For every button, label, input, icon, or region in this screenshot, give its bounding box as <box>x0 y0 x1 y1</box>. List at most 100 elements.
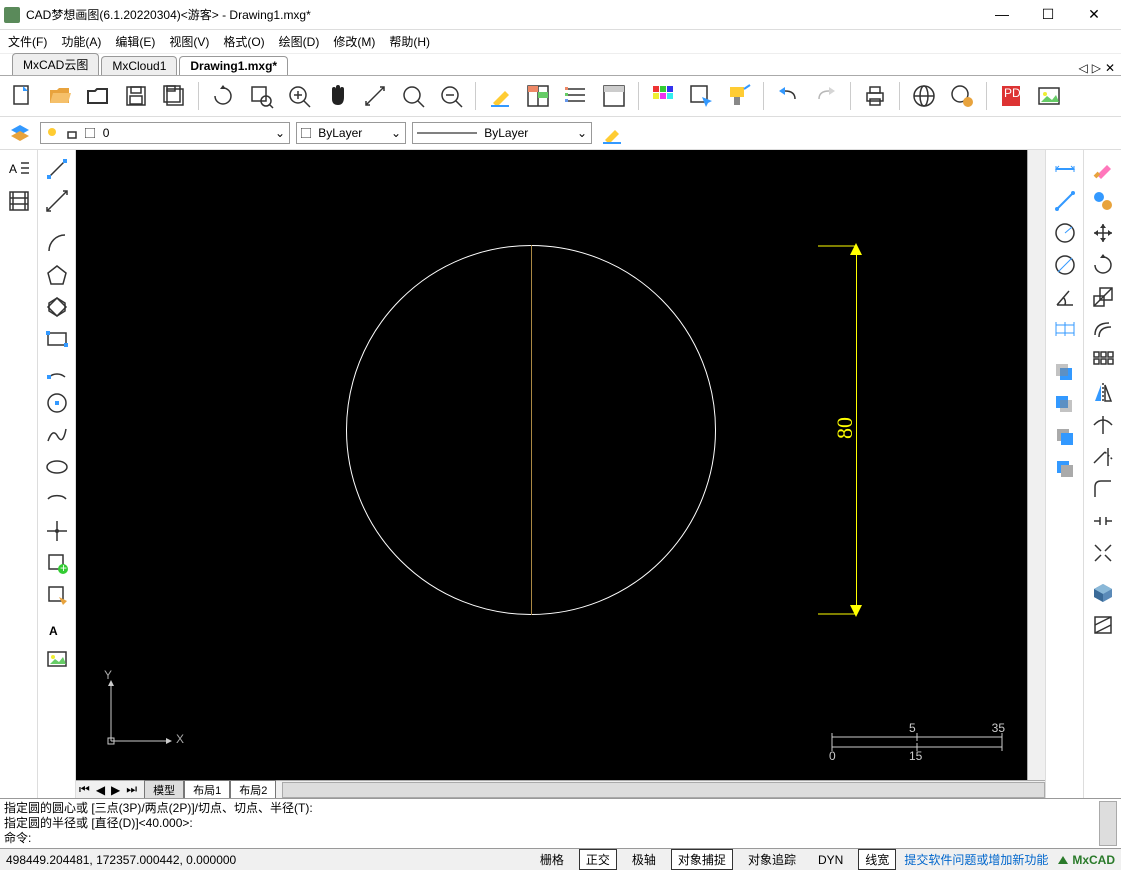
bring-front-button[interactable] <box>1050 422 1080 452</box>
pentagon-tool[interactable] <box>42 260 72 290</box>
arc-tool[interactable] <box>42 228 72 258</box>
hatch-button[interactable] <box>4 186 34 216</box>
tab-scroll-last-icon[interactable]: ⏭ <box>123 782 140 797</box>
insert-block-tool[interactable]: + <box>42 548 72 578</box>
drawing-canvas[interactable]: 80 X Y <box>76 150 1027 780</box>
array-button[interactable] <box>1088 346 1118 376</box>
properties-panel-button[interactable] <box>522 80 554 112</box>
tabnav-next-icon[interactable]: ▷ <box>1092 61 1101 75</box>
print-button[interactable] <box>859 80 891 112</box>
zoom-extents-button[interactable] <box>359 80 391 112</box>
zoom-realtime-button[interactable] <box>397 80 429 112</box>
maximize-button[interactable]: ☐ <box>1025 0 1071 30</box>
layers-button[interactable] <box>6 121 34 145</box>
doctab-0[interactable]: MxCAD云图 <box>12 53 99 75</box>
scale-button[interactable] <box>1088 282 1118 312</box>
tab-scroll-next-icon[interactable]: ▶ <box>108 783 123 797</box>
dim-radius-button[interactable] <box>1050 218 1080 248</box>
vertical-scrollbar[interactable] <box>1027 150 1045 780</box>
tabnav-prev-icon[interactable]: ◁ <box>1078 61 1087 75</box>
ellipse-tool[interactable] <box>42 452 72 482</box>
select-button[interactable] <box>685 80 717 112</box>
web-button[interactable] <box>908 80 940 112</box>
image-export-button[interactable] <box>1033 80 1065 112</box>
dim-angular-button[interactable] <box>1050 282 1080 312</box>
menu-file[interactable]: 文件(F) <box>8 33 47 50</box>
arc-3p-tool[interactable] <box>42 356 72 386</box>
open-folder-button[interactable] <box>44 80 76 112</box>
move-backward-button[interactable] <box>1050 390 1080 420</box>
dim-diameter-button[interactable] <box>1050 250 1080 280</box>
menu-view[interactable]: 视图(V) <box>169 33 209 50</box>
osnap-toggle[interactable]: 对象捕捉 <box>671 849 733 870</box>
model-tab[interactable]: 模型 <box>144 780 184 799</box>
circle-tool[interactable] <box>42 388 72 418</box>
lineweight-toggle[interactable]: 线宽 <box>858 849 896 870</box>
feedback-link[interactable]: 提交软件问题或增加新功能 <box>904 851 1048 868</box>
tabnav-close-icon[interactable]: ✕ <box>1105 61 1115 75</box>
pdf-export-button[interactable]: PDF <box>995 80 1027 112</box>
layout-button[interactable] <box>598 80 630 112</box>
brush-button[interactable] <box>723 80 755 112</box>
image-tool[interactable] <box>42 644 72 674</box>
close-button[interactable]: ✕ <box>1071 0 1117 30</box>
explode-button[interactable] <box>1088 538 1118 568</box>
zoom-window-button[interactable] <box>245 80 277 112</box>
make-block-tool[interactable] <box>42 580 72 610</box>
copy-button[interactable] <box>1088 186 1118 216</box>
send-back-button[interactable] <box>1050 454 1080 484</box>
redo-button[interactable] <box>810 80 842 112</box>
undo-button[interactable] <box>772 80 804 112</box>
dyn-toggle[interactable]: DYN <box>811 851 850 869</box>
linetype-dropdown[interactable]: ByLayer ⌄ <box>412 122 592 144</box>
polar-toggle[interactable]: 极轴 <box>625 849 663 870</box>
fillet-button[interactable] <box>1088 474 1118 504</box>
dim-linear-button[interactable] <box>1050 154 1080 184</box>
text-tool[interactable]: A <box>42 612 72 642</box>
doctab-1[interactable]: MxCloud1 <box>101 56 177 75</box>
menu-modify[interactable]: 修改(M) <box>333 33 375 50</box>
trim-button[interactable] <box>1088 410 1118 440</box>
highlight-button[interactable] <box>484 80 516 112</box>
otrack-toggle[interactable]: 对象追踪 <box>741 849 803 870</box>
open-button[interactable] <box>82 80 114 112</box>
web-settings-button[interactable] <box>946 80 978 112</box>
save-all-button[interactable] <box>158 80 190 112</box>
move-forward-button[interactable] <box>1050 358 1080 388</box>
zoom-out-button[interactable] <box>435 80 467 112</box>
move-button[interactable] <box>1088 218 1118 248</box>
offset-button[interactable] <box>1088 314 1118 344</box>
minimize-button[interactable]: — <box>979 0 1025 30</box>
layout1-tab[interactable]: 布局1 <box>184 780 230 799</box>
3d-view-button[interactable] <box>1088 578 1118 608</box>
ellipse-arc-tool[interactable] <box>42 484 72 514</box>
layout2-tab[interactable]: 布局2 <box>230 780 276 799</box>
menu-edit[interactable]: 编辑(E) <box>115 33 155 50</box>
rectangle-tool[interactable] <box>42 324 72 354</box>
render-button[interactable] <box>1088 610 1118 640</box>
menu-func[interactable]: 功能(A) <box>61 33 101 50</box>
zoom-in-button[interactable] <box>283 80 315 112</box>
spline-tool[interactable] <box>42 420 72 450</box>
edit-style-button[interactable] <box>598 121 626 145</box>
list-panel-button[interactable] <box>560 80 592 112</box>
erase-button[interactable] <box>1088 154 1118 184</box>
horizontal-scrollbar[interactable] <box>282 782 1045 798</box>
layer-dropdown[interactable]: 0 ⌄ <box>40 122 290 144</box>
color-dropdown[interactable]: ByLayer ⌄ <box>296 122 406 144</box>
pan-button[interactable] <box>321 80 353 112</box>
dim-aligned-button[interactable] <box>1050 186 1080 216</box>
break-button[interactable] <box>1088 506 1118 536</box>
menu-help[interactable]: 帮助(H) <box>389 33 430 50</box>
cmd-prompt[interactable]: 命令: <box>4 831 1099 846</box>
point-tool[interactable] <box>42 516 72 546</box>
tab-scroll-first-icon[interactable]: ⏮ <box>76 782 93 797</box>
construction-line-tool[interactable] <box>42 186 72 216</box>
mirror-button[interactable] <box>1088 378 1118 408</box>
save-button[interactable] <box>120 80 152 112</box>
polygon-tool[interactable] <box>42 292 72 322</box>
rotate-button[interactable] <box>1088 250 1118 280</box>
line-tool[interactable] <box>42 154 72 184</box>
ortho-toggle[interactable]: 正交 <box>579 849 617 870</box>
text-style-button[interactable]: A <box>4 154 34 184</box>
